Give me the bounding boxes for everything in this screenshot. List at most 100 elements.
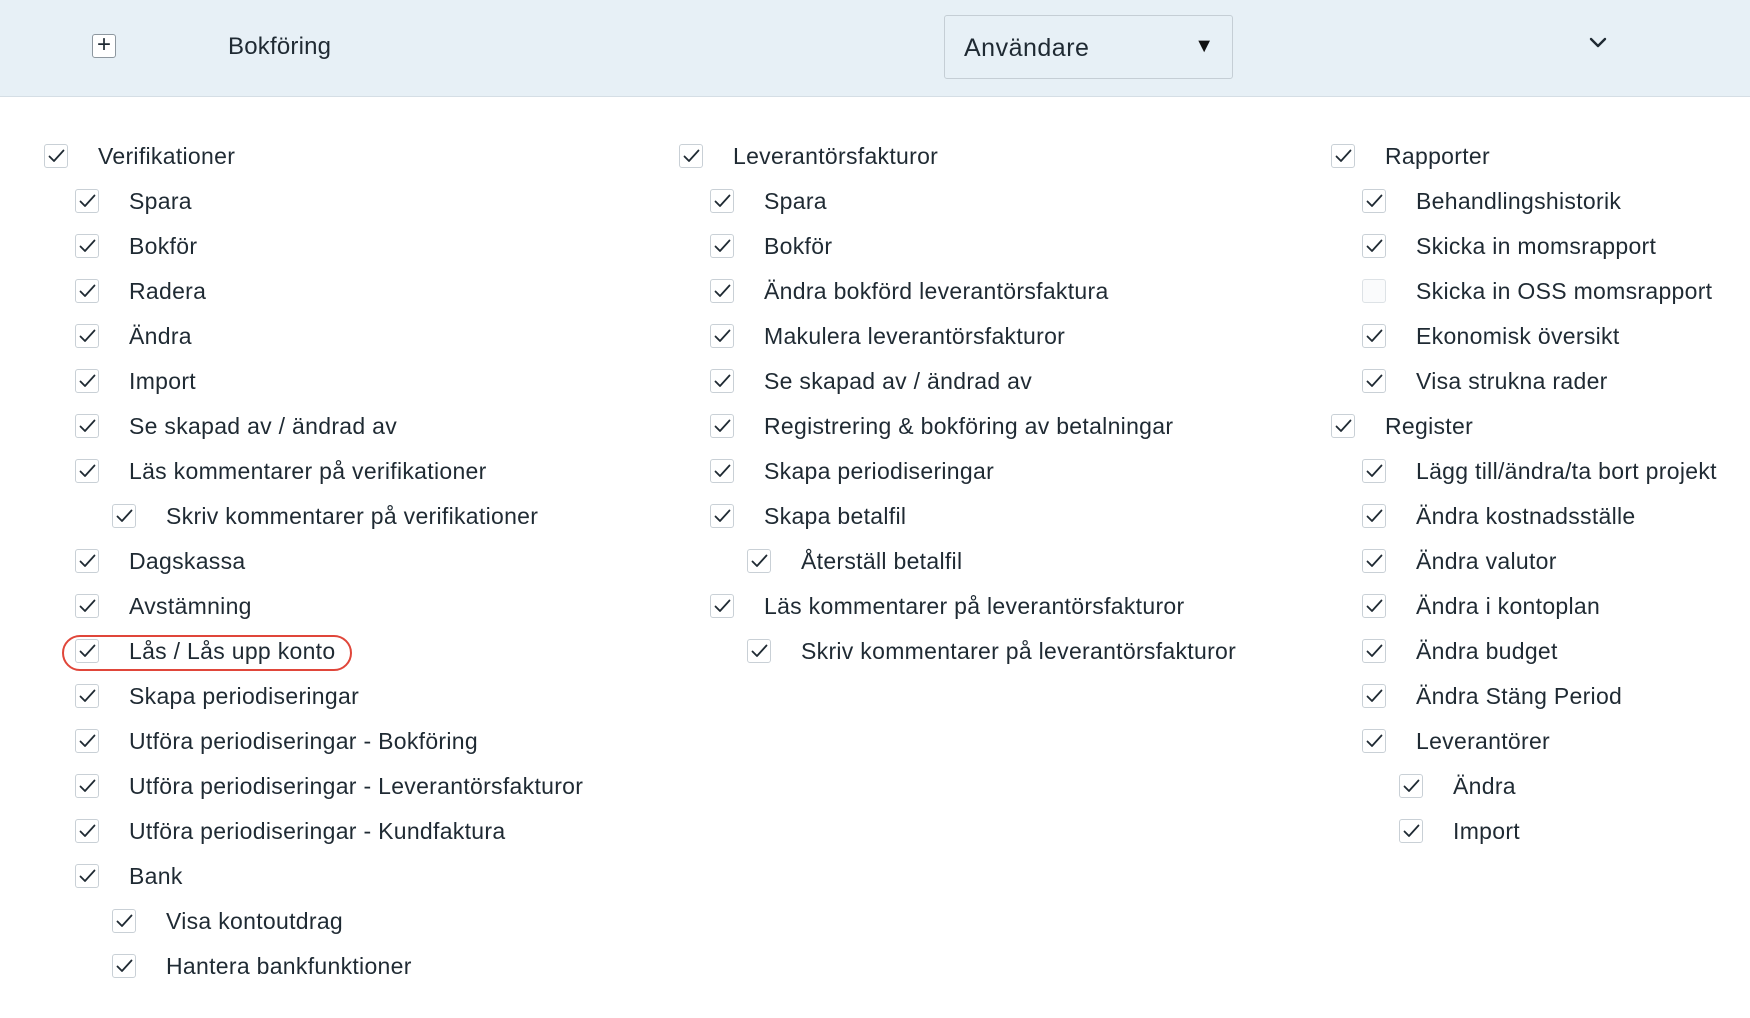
permission-item[interactable]: Import <box>75 359 196 403</box>
section-title: Bokföring <box>228 33 332 60</box>
permission-item[interactable]: Visa strukna rader <box>1362 359 1608 403</box>
permission-checkbox[interactable] <box>747 639 771 663</box>
permission-checkbox[interactable] <box>679 144 703 168</box>
permission-item[interactable]: Spara <box>75 179 192 223</box>
permission-checkbox[interactable] <box>112 954 136 978</box>
permission-item[interactable]: Hantera bankfunktioner <box>112 944 412 988</box>
expand-plus-button[interactable]: + <box>92 33 116 58</box>
permission-checkbox[interactable] <box>1362 594 1386 618</box>
permission-item[interactable]: Ändra Stäng Period <box>1362 674 1622 718</box>
permission-item[interactable]: Skicka in OSS momsrapport <box>1362 269 1712 313</box>
permission-item[interactable]: Ändra bokförd leverantörsfaktura <box>710 269 1109 313</box>
permission-checkbox[interactable] <box>75 774 99 798</box>
permission-checkbox[interactable] <box>1331 144 1355 168</box>
permission-checkbox[interactable] <box>75 189 99 213</box>
permission-checkbox[interactable] <box>75 324 99 348</box>
permission-checkbox[interactable] <box>747 549 771 573</box>
permission-item[interactable]: Radera <box>75 269 206 313</box>
permission-item[interactable]: Register <box>1331 404 1473 448</box>
permission-checkbox[interactable] <box>75 819 99 843</box>
permission-checkbox[interactable] <box>1362 729 1386 753</box>
permission-checkbox[interactable] <box>710 459 734 483</box>
permission-item[interactable]: Läs kommentarer på leverantörsfakturor <box>710 584 1184 628</box>
checkmark-icon <box>714 284 730 297</box>
permission-item[interactable]: Registrering & bokföring av betalningar <box>710 404 1173 448</box>
permission-item[interactable]: Utföra periodiseringar - Kundfaktura <box>75 809 505 853</box>
permission-item[interactable]: Bokför <box>75 224 197 268</box>
permission-item[interactable]: Skriv kommentarer på verifikationer <box>112 494 538 538</box>
permission-item[interactable]: Lägg till/ändra/ta bort projekt <box>1362 449 1717 493</box>
permission-checkbox[interactable] <box>75 594 99 618</box>
permission-item[interactable]: Avstämning <box>75 584 252 628</box>
permission-item[interactable]: Verifikationer <box>44 134 235 178</box>
permission-checkbox[interactable] <box>1362 459 1386 483</box>
permission-checkbox[interactable] <box>75 414 99 438</box>
permission-checkbox[interactable] <box>1399 819 1423 843</box>
permission-item[interactable]: Skapa betalfil <box>710 494 906 538</box>
permission-checkbox[interactable] <box>1362 549 1386 573</box>
permission-checkbox[interactable] <box>710 504 734 528</box>
permission-item[interactable]: Bank <box>75 854 183 898</box>
permission-item[interactable]: Ändra valutor <box>1362 539 1557 583</box>
permission-checkbox[interactable] <box>1399 774 1423 798</box>
permission-checkbox[interactable] <box>710 234 734 258</box>
permission-checkbox[interactable] <box>112 909 136 933</box>
permission-item[interactable]: Läs kommentarer på verifikationer <box>75 449 487 493</box>
permission-item[interactable]: Se skapad av / ändrad av <box>710 359 1032 403</box>
permission-item[interactable]: Import <box>1399 809 1520 853</box>
permission-checkbox[interactable] <box>710 594 734 618</box>
permission-checkbox[interactable] <box>75 549 99 573</box>
permission-item[interactable]: Utföra periodiseringar - Bokföring <box>75 719 478 763</box>
permission-checkbox[interactable] <box>1362 324 1386 348</box>
permission-checkbox[interactable] <box>75 369 99 393</box>
permission-checkbox[interactable] <box>1362 279 1386 303</box>
permission-item[interactable]: Ändra <box>1399 764 1516 808</box>
permission-checkbox[interactable] <box>75 279 99 303</box>
permission-item[interactable]: Ändra i kontoplan <box>1362 584 1600 628</box>
permission-label: Leverantörsfakturor <box>733 143 939 169</box>
permission-checkbox[interactable] <box>1362 234 1386 258</box>
permission-item[interactable]: Makulera leverantörsfakturor <box>710 314 1065 358</box>
permission-item[interactable]: Utföra periodiseringar - Leverantörsfakt… <box>75 764 583 808</box>
chevron-down-icon[interactable] <box>1585 30 1611 56</box>
permission-checkbox[interactable] <box>112 504 136 528</box>
permission-checkbox[interactable] <box>710 414 734 438</box>
permission-item[interactable]: Skapa periodiseringar <box>75 674 359 718</box>
permission-checkbox[interactable] <box>75 639 99 663</box>
permission-checkbox[interactable] <box>44 144 68 168</box>
permission-checkbox[interactable] <box>710 324 734 348</box>
permission-checkbox[interactable] <box>75 864 99 888</box>
permission-checkbox[interactable] <box>75 459 99 483</box>
permission-item[interactable]: Lås / Lås upp konto <box>75 629 335 673</box>
permission-item[interactable]: Skriv kommentarer på leverantörsfakturor <box>747 629 1236 673</box>
permission-item[interactable]: Skapa periodiseringar <box>710 449 994 493</box>
permission-item[interactable]: Skicka in momsrapport <box>1362 224 1656 268</box>
permission-item[interactable]: Visa kontoutdrag <box>112 899 343 943</box>
permission-checkbox[interactable] <box>1331 414 1355 438</box>
permission-item[interactable]: Dagskassa <box>75 539 245 583</box>
permission-checkbox[interactable] <box>75 234 99 258</box>
permission-item[interactable]: Leverantörer <box>1362 719 1550 763</box>
permission-checkbox[interactable] <box>1362 504 1386 528</box>
permission-item[interactable]: Spara <box>710 179 827 223</box>
permission-checkbox[interactable] <box>1362 639 1386 663</box>
permission-item[interactable]: Ändra kostnadsställe <box>1362 494 1636 538</box>
permission-item[interactable]: Återställ betalfil <box>747 539 962 583</box>
role-select[interactable]: Användare ▼ <box>944 15 1233 79</box>
permission-item[interactable]: Rapporter <box>1331 134 1490 178</box>
permission-checkbox[interactable] <box>710 189 734 213</box>
permission-checkbox[interactable] <box>1362 684 1386 708</box>
permission-checkbox[interactable] <box>710 369 734 393</box>
permission-item[interactable]: Bokför <box>710 224 832 268</box>
permission-item[interactable]: Leverantörsfakturor <box>679 134 938 178</box>
permission-item[interactable]: Ändra budget <box>1362 629 1558 673</box>
permission-item[interactable]: Ekonomisk översikt <box>1362 314 1620 358</box>
permission-checkbox[interactable] <box>1362 369 1386 393</box>
permission-item[interactable]: Ändra <box>75 314 192 358</box>
permission-checkbox[interactable] <box>75 684 99 708</box>
permission-item[interactable]: Se skapad av / ändrad av <box>75 404 397 448</box>
permission-checkbox[interactable] <box>710 279 734 303</box>
permission-checkbox[interactable] <box>1362 189 1386 213</box>
permission-item[interactable]: Behandlingshistorik <box>1362 179 1621 223</box>
permission-checkbox[interactable] <box>75 729 99 753</box>
